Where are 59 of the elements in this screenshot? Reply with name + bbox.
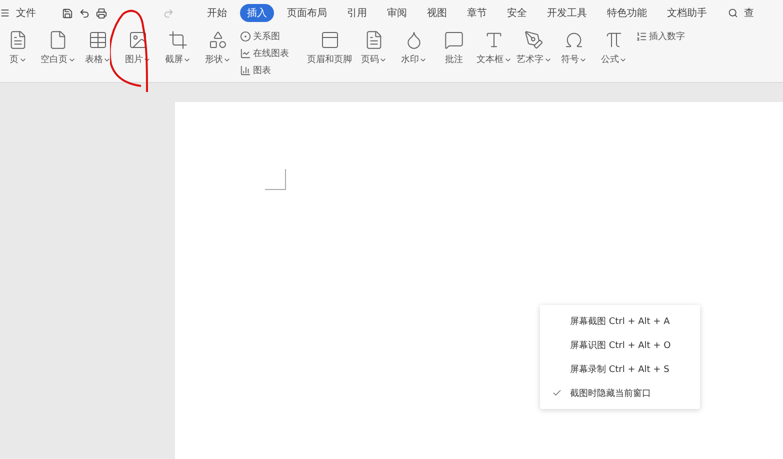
menu-item[interactable]: 屏幕识图 Ctrl + Alt + O xyxy=(540,333,700,357)
page-break-icon xyxy=(8,30,28,50)
search-label[interactable]: 查 xyxy=(744,6,754,20)
menu-item[interactable]: 屏幕截图 Ctrl + Alt + A xyxy=(540,309,700,333)
pen-icon xyxy=(524,30,544,50)
comment-icon xyxy=(444,30,464,50)
ribbon-tab[interactable]: 审阅 xyxy=(380,4,414,22)
ribbon-tab[interactable]: 引用 xyxy=(340,4,374,22)
ribbon-tab[interactable]: 安全 xyxy=(500,4,534,22)
ribbon-button[interactable]: 形状 xyxy=(200,30,236,66)
ribbon-button[interactable]: 符号 xyxy=(556,30,592,66)
blank-page-icon xyxy=(48,30,68,50)
ribbon-button[interactable]: 文本框 xyxy=(476,30,512,66)
crop-icon xyxy=(168,30,188,50)
search-icon[interactable] xyxy=(728,8,738,18)
ribbon-button[interactable]: 页码 xyxy=(356,30,392,66)
printer-icon[interactable] xyxy=(96,8,107,18)
table-icon xyxy=(88,30,108,50)
ribbon-button[interactable]: 图片 xyxy=(120,30,156,66)
ribbon-button[interactable]: 页眉和页脚 xyxy=(307,30,352,66)
omega-icon xyxy=(564,30,584,50)
ribbon-tab[interactable]: 开发工具 xyxy=(540,4,594,22)
ribbon-button[interactable]: 图表 xyxy=(240,64,289,77)
shapes-icon xyxy=(208,30,228,50)
ribbon-button[interactable]: 批注 xyxy=(436,30,472,66)
page-header-icon xyxy=(320,30,340,50)
page-icon xyxy=(364,30,384,50)
ribbon-button[interactable]: 在线图表 xyxy=(240,47,289,60)
numbered-list-icon xyxy=(636,31,647,42)
line-chart-icon xyxy=(240,48,251,59)
text-box-icon xyxy=(484,30,504,50)
ribbon-tab[interactable]: 章节 xyxy=(460,4,494,22)
ribbon-button[interactable]: 水印 xyxy=(396,30,432,66)
ribbon-tab[interactable]: 文档助手 xyxy=(660,4,714,22)
circle-icon xyxy=(240,31,251,42)
margin-corner-mark xyxy=(265,169,286,190)
ribbon-button[interactable]: 公式 xyxy=(596,30,632,66)
ribbon-tab[interactable]: 插入 xyxy=(240,4,274,22)
ribbon-tab[interactable]: 开始 xyxy=(200,4,234,22)
bar-chart-icon xyxy=(240,65,251,76)
ribbon-tab[interactable]: 特色功能 xyxy=(600,4,654,22)
ribbon-tab[interactable]: 视图 xyxy=(420,4,454,22)
ribbon-button[interactable]: 截屏 xyxy=(160,30,196,66)
pi-icon xyxy=(604,30,624,50)
save-icon[interactable] xyxy=(62,8,73,18)
ribbon-button[interactable]: 页 xyxy=(0,30,36,66)
ribbon-button[interactable]: 表格 xyxy=(80,30,116,66)
menu-item[interactable]: 屏幕录制 Ctrl + Alt + S xyxy=(540,357,700,381)
ribbon-button[interactable]: 艺术字 xyxy=(516,30,552,66)
ribbon-button[interactable]: 关系图 xyxy=(240,30,289,43)
picture-icon xyxy=(128,30,148,50)
check-icon xyxy=(552,388,562,398)
ribbon-tab[interactable]: 页面布局 xyxy=(280,4,334,22)
undo-icon[interactable] xyxy=(79,8,90,18)
menu-item[interactable]: 截图时隐藏当前窗口 xyxy=(540,381,700,405)
file-menu[interactable]: 文件 xyxy=(16,6,36,20)
ribbon-button[interactable]: 插入数字 xyxy=(636,30,685,43)
menu-icon[interactable] xyxy=(0,8,10,18)
ribbon-button[interactable]: 空白页 xyxy=(40,30,76,66)
